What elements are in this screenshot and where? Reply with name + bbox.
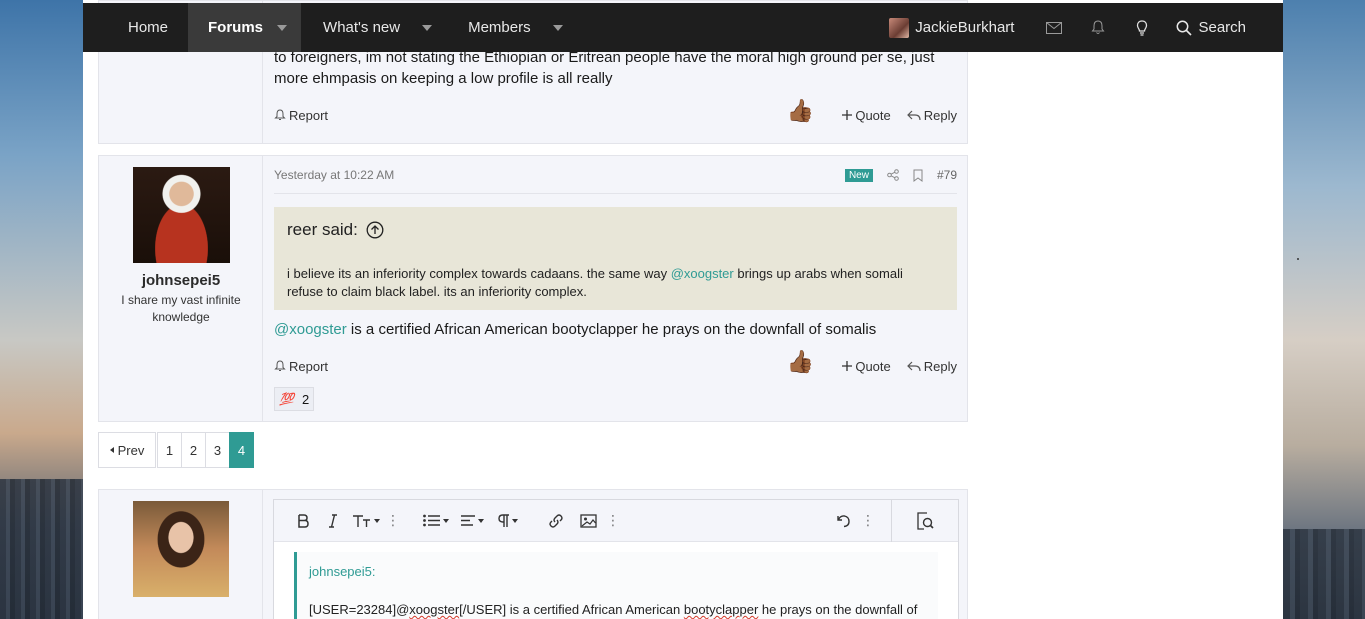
background-left <box>0 0 83 619</box>
lightbulb-icon[interactable] <box>1120 19 1164 36</box>
quoted-author: johnsepei5: <box>309 564 376 579</box>
report-button[interactable]: Report <box>274 108 328 123</box>
editor-quote-block[interactable]: johnsepei5: [USER=23284]@xoogster[/USER]… <box>294 552 938 619</box>
nav-whats-new[interactable]: What's new <box>301 3 446 52</box>
list-icon[interactable] <box>418 500 454 542</box>
page-2[interactable]: 2 <box>181 432 206 468</box>
post-username[interactable]: johnsepei5 <box>99 272 263 289</box>
nav-username: JackieBurkhart <box>915 19 1015 36</box>
quote-label: Quote <box>855 107 891 123</box>
link-icon[interactable] <box>540 500 572 542</box>
user-mention[interactable]: @xoogster <box>671 266 734 281</box>
avatar <box>133 501 229 597</box>
reply-icon <box>906 361 921 371</box>
reaction-summary[interactable]: 💯 2 <box>274 387 315 411</box>
page-3[interactable]: 3 <box>205 432 230 468</box>
reaction-count: 2 <box>301 391 310 407</box>
quote-block: reer said: i believe its an inferiority … <box>274 207 957 310</box>
plus-icon <box>842 361 853 371</box>
reply-button[interactable]: Reply <box>906 107 957 123</box>
quote-button[interactable]: Quote <box>842 358 891 374</box>
chevron-down-icon[interactable] <box>422 24 433 31</box>
nav-search-label: Search <box>1198 19 1246 36</box>
nav-search[interactable]: Search <box>1164 19 1283 36</box>
align-icon[interactable] <box>454 500 490 542</box>
user-title: I share my vast infinite knowledge <box>121 293 241 324</box>
nav-forums[interactable]: Forums <box>188 3 302 52</box>
bookmark-icon[interactable] <box>913 169 923 182</box>
background-right <box>1282 0 1365 619</box>
nav-home[interactable]: Home <box>83 3 188 52</box>
nav-whats-new-label: What's new <box>323 19 401 36</box>
reply-button[interactable]: Reply <box>906 358 957 374</box>
paragraph-icon[interactable] <box>490 500 526 542</box>
chevron-down-icon[interactable] <box>277 24 288 31</box>
nav-home-label: Home <box>128 19 169 36</box>
search-icon <box>1177 20 1193 36</box>
bell-icon <box>274 109 286 120</box>
reply-user-sidebar <box>99 490 263 619</box>
post-message: johnsepei5 I share my vast infinite know… <box>98 155 968 422</box>
post-timestamp[interactable]: Yesterday at 10:22 AM <box>274 168 394 182</box>
rich-text-editor[interactable]: ⋮ ⋮ ⋮ johnsepei5: [USER=23284]@xoogster[… <box>273 499 959 619</box>
text-size-icon[interactable] <box>348 500 384 542</box>
bold-icon[interactable] <box>288 500 318 542</box>
bell-icon[interactable] <box>1076 20 1120 35</box>
prev-label: Prev <box>117 442 145 458</box>
preview-icon[interactable] <box>892 500 958 542</box>
chevron-down-icon[interactable] <box>552 24 563 31</box>
nav-members-label: Members <box>468 19 531 36</box>
nav-user-menu[interactable]: JackieBurkhart <box>889 17 1032 38</box>
chevron-left-icon <box>109 447 114 453</box>
hundred-icon: 💯 <box>279 392 294 406</box>
quick-reply: ⋮ ⋮ ⋮ johnsepei5: [USER=23284]@xoogster[… <box>98 489 968 619</box>
quote-author[interactable]: reer said: <box>287 220 358 240</box>
reply-label: Reply <box>923 358 957 374</box>
more-options-icon[interactable]: ⋮ <box>604 500 622 542</box>
reply-label: Reply <box>923 107 957 123</box>
bell-icon <box>274 360 286 371</box>
new-badge: New <box>844 168 873 182</box>
report-label: Report <box>289 358 329 374</box>
pagination: Prev 1 2 3 4 <box>98 432 254 468</box>
avatar <box>889 17 910 38</box>
italic-icon[interactable] <box>318 500 348 542</box>
user-mention[interactable]: @xoogster <box>274 321 347 338</box>
divider <box>274 193 957 194</box>
page-container: Home Forums What's new Members JackieBur… <box>83 0 1283 619</box>
quote-label: Quote <box>855 358 891 374</box>
plus-icon <box>842 110 853 120</box>
share-icon[interactable] <box>887 169 899 181</box>
top-navigation: Home Forums What's new Members JackieBur… <box>83 3 1283 52</box>
inbox-icon[interactable] <box>1032 21 1076 34</box>
post-body: to foreigners, im not stating the Ethiop… <box>274 49 935 87</box>
nav-forums-label: Forums <box>208 19 264 36</box>
page-4-current[interactable]: 4 <box>229 432 254 468</box>
editor-text[interactable]: [USER=23284]@xoogster[/USER] is a certif… <box>309 602 917 617</box>
like-thumb-icon[interactable]: 👍🏾 <box>787 349 814 375</box>
editor-toolbar: ⋮ ⋮ ⋮ <box>274 499 958 542</box>
quote-button[interactable]: Quote <box>842 107 891 123</box>
avatar[interactable] <box>133 167 230 263</box>
nav-members[interactable]: Members <box>446 3 577 52</box>
arrow-up-circle-icon[interactable] <box>366 221 384 239</box>
undo-icon[interactable] <box>827 500 859 542</box>
report-button[interactable]: Report <box>274 359 328 374</box>
more-options-icon[interactable]: ⋮ <box>859 500 877 542</box>
quote-text: i believe its an inferiority complex tow… <box>287 266 903 299</box>
report-label: Report <box>289 107 329 123</box>
image-icon[interactable] <box>572 500 604 542</box>
reply-icon <box>906 110 921 120</box>
post-number[interactable]: #79 <box>937 168 957 182</box>
post-user-sidebar: johnsepei5 I share my vast infinite know… <box>99 156 263 421</box>
post-body: @xoogster is a certified African America… <box>274 321 877 338</box>
page-1[interactable]: 1 <box>157 432 182 468</box>
like-thumb-icon[interactable]: 👍🏾 <box>787 98 814 124</box>
more-options-icon[interactable]: ⋮ <box>384 500 402 542</box>
prev-page-button[interactable]: Prev <box>98 432 156 468</box>
